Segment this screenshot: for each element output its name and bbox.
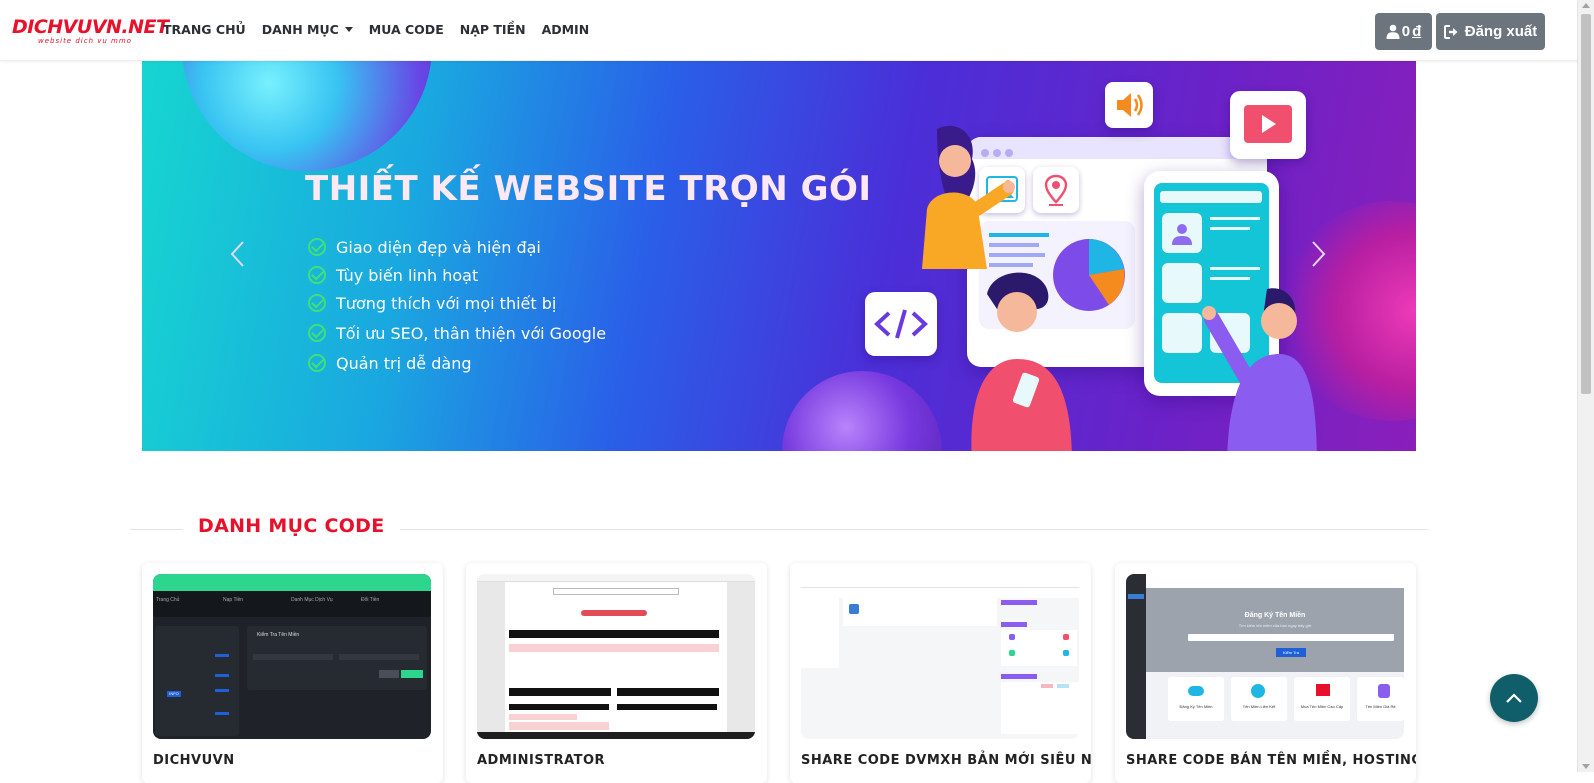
check-circle-icon <box>308 266 326 284</box>
nav-link-label: TRANG CHỦ <box>163 22 246 37</box>
check-circle-icon <box>308 354 326 372</box>
logo-tagline: website dich vu mmo <box>38 37 132 45</box>
man-illustration <box>1202 288 1317 451</box>
nav-link-label: NẠP TIỀN <box>459 22 526 37</box>
thumb-brand: INFO <box>167 691 181 697</box>
site-logo[interactable]: DICHVUVN.NET website dich vu mmo <box>12 16 169 46</box>
balance-amount: 0 <box>1401 23 1411 40</box>
thumb-tile-label: Tên Miền Giá Rẻ <box>1365 704 1396 709</box>
chevron-left-icon[interactable] <box>228 239 248 269</box>
product-thumbnail[interactable]: Đăng Ký Tên Miền Tìm kiếm tên miền của b… <box>1126 574 1404 739</box>
thumb-panel-title: Kiểm Tra Tên Miền <box>257 632 300 638</box>
feature-text: Tùy biến linh hoạt <box>336 265 479 285</box>
page-scrollbar[interactable] <box>1577 0 1594 772</box>
thumb-tile-label: Tên Miền Liên Kết <box>1242 704 1276 709</box>
thumb-tile-label: Đăng Ký Tên Miền <box>1179 704 1213 709</box>
section-title: DANH MỤC CODE <box>183 515 400 537</box>
scroll-down-arrow-icon[interactable] <box>1582 764 1590 769</box>
thumb-menu-text: Danh Mục Dịch Vụ <box>291 597 333 603</box>
banner-title: THIẾT KẾ WEBSITE TRỌN GÓI <box>305 169 872 209</box>
logo-text: DICHVUVN.NET <box>12 16 169 38</box>
check-circle-icon <box>308 238 326 256</box>
thumb-menu-text: Nạp Tiền <box>223 597 244 603</box>
balance-button[interactable]: 0 đ <box>1375 13 1432 50</box>
product-title[interactable]: DICHVUVN <box>153 753 235 768</box>
feature-list: Giao diện đẹp và hiện đại Tùy biến linh … <box>308 233 606 377</box>
feature-item: Quản trị dễ dàng <box>308 349 606 377</box>
product-card[interactable]: Trang Chủ Nạp Tiền Danh Mục Dịch Vụ Đổi … <box>142 563 443 783</box>
product-card[interactable]: Đăng Ký Tên Miền Tìm kiếm tên miền của b… <box>1115 563 1416 783</box>
product-title[interactable]: ADMINISTRATOR <box>477 753 605 768</box>
scroll-up-arrow-icon[interactable] <box>1582 3 1590 8</box>
product-card[interactable]: ADMINISTRATOR <box>466 563 767 783</box>
feature-item: Tối ưu SEO, thân thiện với Google <box>308 319 606 347</box>
nav-link-home[interactable]: TRANG CHỦ <box>163 22 246 37</box>
nav-link-label: ADMIN <box>541 22 590 37</box>
thumb-tile-label: Mua Tên Miền Cao Cấp <box>1300 704 1344 709</box>
play-video-icon <box>1230 91 1306 159</box>
logout-label: Đăng xuất <box>1464 23 1538 40</box>
feature-item: Tùy biến linh hoạt <box>308 261 606 289</box>
chevron-up-icon <box>1506 693 1522 703</box>
thumb-search-button: Kiểm Tra <box>1276 648 1306 657</box>
code-icon <box>865 292 937 356</box>
product-card[interactable]: SHARE CODE DVMXH BẢN MỚI SIÊU NGON <box>790 563 1091 783</box>
feature-text: Quản trị dễ dàng <box>336 353 472 373</box>
feature-text: Tối ưu SEO, thân thiện với Google <box>336 323 607 343</box>
back-to-top-button[interactable] <box>1490 674 1538 722</box>
scrollbar-thumb[interactable] <box>1581 14 1591 394</box>
balance-currency: đ <box>1412 23 1422 40</box>
nav-link-buy-code[interactable]: MUA CODE <box>369 22 444 37</box>
navbar: DICHVUVN.NET website dich vu mmo TRANG C… <box>0 0 1594 61</box>
feature-item: Tương thích với mọi thiết bị <box>308 289 606 317</box>
thumb-menu-text: Trang Chủ <box>156 597 180 603</box>
caret-down-icon <box>344 27 353 32</box>
nav-link-label: DANH MỤC <box>261 22 339 37</box>
nav-link-admin[interactable]: ADMIN <box>542 22 590 37</box>
user-icon <box>1386 24 1400 39</box>
nav-link-categories[interactable]: DANH MỤC <box>262 22 353 37</box>
hero-banner: THIẾT KẾ WEBSITE TRỌN GÓI Giao diện đẹp … <box>142 61 1416 451</box>
product-thumbnail[interactable] <box>801 574 1079 739</box>
feature-item: Giao diện đẹp và hiện đại <box>308 233 606 261</box>
chevron-right-icon[interactable] <box>1308 239 1328 269</box>
product-thumbnail[interactable]: Trang Chủ Nạp Tiền Danh Mục Dịch Vụ Đổi … <box>153 574 431 739</box>
check-circle-icon <box>308 294 326 312</box>
main-nav: TRANG CHỦ DANH MỤC MUA CODE NẠP TIỀN ADM… <box>163 22 605 37</box>
product-title[interactable]: SHARE CODE BÁN TÊN MIỀN, HOSTING AUTO <box>1126 753 1416 768</box>
nav-link-deposit[interactable]: NẠP TIỀN <box>460 22 526 37</box>
thumb-subheading: Tìm kiếm tên miền của bạn ngay bây giờ <box>1238 623 1312 628</box>
speaker-icon <box>1105 82 1153 128</box>
thumb-heading: Đăng Ký Tên Miền <box>1244 612 1306 619</box>
feature-text: Tương thích với mọi thiết bị <box>336 293 557 313</box>
check-circle-icon <box>308 324 326 342</box>
product-thumbnail[interactable] <box>477 574 755 739</box>
web-design-illustration <box>857 79 1327 451</box>
nav-link-label: MUA CODE <box>368 22 444 37</box>
feature-text: Giao diện đẹp và hiện đại <box>336 237 541 257</box>
thumb-menu-text: Đổi Tiền <box>361 597 380 603</box>
product-title[interactable]: SHARE CODE DVMXH BẢN MỚI SIÊU NGON <box>801 753 1091 768</box>
decor-bubble <box>182 61 432 171</box>
sign-out-icon <box>1443 24 1458 39</box>
man-illustration <box>971 272 1072 451</box>
logout-button[interactable]: Đăng xuất <box>1436 13 1545 50</box>
location-pin-icon <box>1033 167 1079 213</box>
